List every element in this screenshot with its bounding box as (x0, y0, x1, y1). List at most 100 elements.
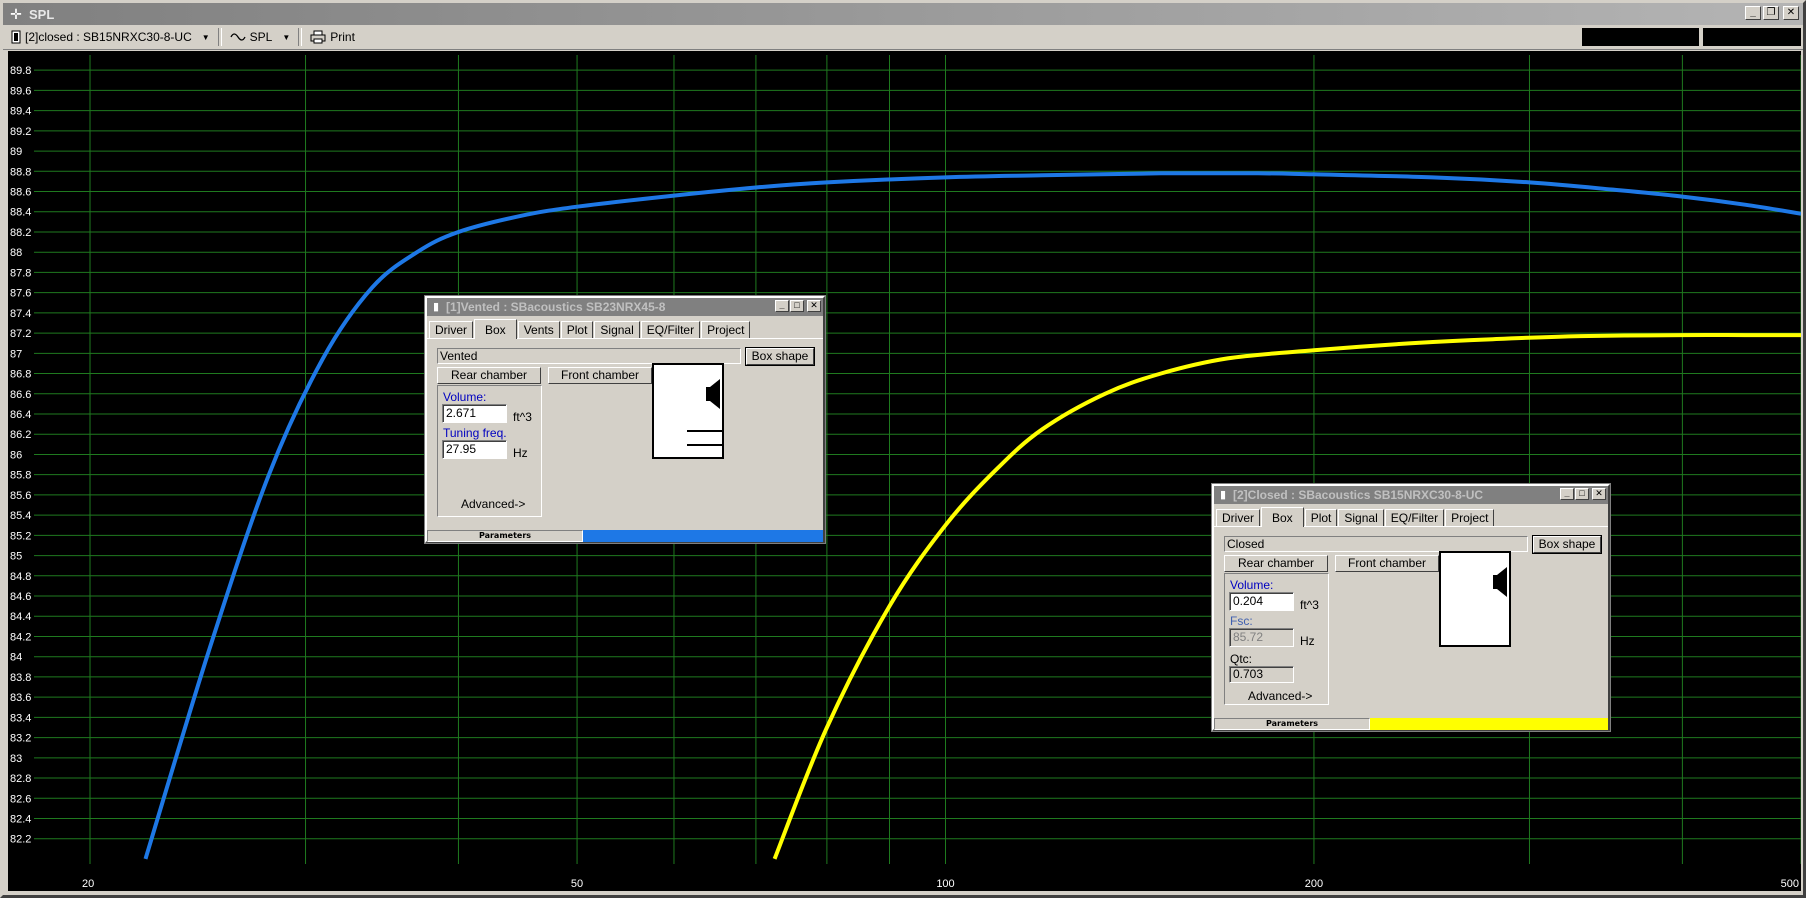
front-chamber-button[interactable]: Front chamber (1335, 555, 1439, 572)
tab-driver[interactable]: Driver (1216, 509, 1260, 526)
volume-input[interactable]: 2.671 (442, 404, 507, 423)
project-select-label: [2]closed : SB15NRXC30-8-UC (25, 30, 192, 44)
maximize-button[interactable]: □ (1575, 488, 1589, 500)
speaker-driver-icon (687, 379, 722, 446)
view-select[interactable]: SPL ▼ (222, 27, 299, 47)
y-tick-label: 89.6 (10, 85, 31, 97)
closed-window-titlebar[interactable]: ▮ [2]Closed : SBacoustics SB15NRXC30-8-U… (1214, 486, 1608, 504)
y-tick-label: 89.8 (10, 65, 31, 77)
vented-window-titlebar[interactable]: ▮ [1]Vented : SBacoustics SB23NRX45-8 _ … (427, 298, 823, 316)
volume-unit: ft^3 (513, 410, 532, 424)
vented-box-diagram (652, 363, 724, 459)
main-titlebar[interactable]: ✛ SPL _ ❐ ✕ (3, 3, 1803, 25)
tuning-freq-input[interactable]: 27.95 (442, 440, 507, 459)
y-tick-label: 89.4 (10, 106, 31, 118)
y-tick-label: 87.6 (10, 288, 31, 300)
print-button[interactable]: Print (302, 27, 363, 47)
vented-window-title: [1]Vented : SBacoustics SB23NRX45-8 (446, 300, 666, 314)
y-tick-label: 84.2 (10, 631, 31, 643)
tab-signal[interactable]: Signal (594, 321, 640, 338)
tab-eq-filter[interactable]: EQ/Filter (1384, 509, 1445, 526)
x-tick-label: 200 (1305, 878, 1323, 890)
y-tick-label: 85.2 (10, 530, 31, 542)
y-tick-label: 83.6 (10, 692, 31, 704)
maximize-button[interactable]: □ (790, 300, 804, 312)
y-tick-label: 84.4 (10, 611, 31, 623)
y-tick-label: 85.4 (10, 510, 31, 522)
y-tick-label: 85.8 (10, 470, 31, 482)
parameters-status: Parameters (427, 530, 583, 542)
printer-icon (310, 30, 326, 44)
view-select-label: SPL (249, 30, 273, 44)
tab-driver[interactable]: Driver (429, 321, 473, 338)
volume-unit: ft^3 (1300, 598, 1319, 612)
vented-tabs: Driver Box Vents Plot Signal EQ/Filter P… (427, 318, 823, 339)
spl-chart[interactable]: 89.8 89.6 89.4 89.2 89 88.8 88.6 88.4 88.2 88 87.8… (8, 51, 1801, 891)
tab-plot[interactable]: Plot (560, 321, 594, 338)
closed-box-diagram (1439, 551, 1511, 647)
dropdown-arrow-icon: ▼ (282, 32, 291, 42)
volume-label: Volume: (1230, 578, 1274, 592)
volume-input[interactable]: 0.204 (1229, 592, 1294, 611)
advanced-link[interactable]: Advanced-> (461, 497, 525, 511)
speaker-icon: ▮ (1219, 489, 1227, 501)
y-tick-label: 83.2 (10, 733, 31, 745)
tab-project[interactable]: Project (701, 321, 751, 338)
y-tick-label: 88 (10, 247, 22, 259)
y-tick-label: 82.2 (10, 834, 31, 846)
tab-plot[interactable]: Plot (1304, 509, 1338, 526)
advanced-link[interactable]: Advanced-> (1248, 689, 1312, 703)
minimize-button[interactable]: _ (1745, 6, 1761, 20)
tab-eq-filter[interactable]: EQ/Filter (640, 321, 701, 338)
x-tick-label: 100 (936, 878, 954, 890)
box-shape-button[interactable]: Box shape (1532, 535, 1602, 554)
restore-button[interactable]: ❐ (1763, 6, 1779, 20)
close-button[interactable]: ✕ (807, 300, 821, 312)
tab-signal[interactable]: Signal (1338, 509, 1384, 526)
toolbar: [2]closed : SB15NRXC30-8-UC ▼ SPL ▼ Prin… (3, 25, 1803, 50)
y-tick-label: 84 (10, 652, 22, 664)
fsc-input: 85.72 (1229, 628, 1294, 647)
closed-box-window[interactable]: ▮ [2]Closed : SBacoustics SB15NRXC30-8-U… (1211, 483, 1611, 732)
volume-label: Volume: (443, 390, 487, 404)
vented-box-window[interactable]: ▮ [1]Vented : SBacoustics SB23NRX45-8 _ … (424, 295, 826, 544)
tuning-freq-label: Tuning freq. (443, 426, 507, 440)
front-chamber-button[interactable]: Front chamber (548, 367, 652, 384)
qtc-label: Qtc: (1230, 652, 1253, 666)
y-tick-label: 82.6 (10, 793, 31, 805)
box-shape-button[interactable]: Box shape (745, 347, 815, 366)
y-tick-label: 82.8 (10, 773, 31, 785)
y-tick-label: 86.4 (10, 409, 31, 421)
y-tick-label: 88.2 (10, 227, 31, 239)
tab-project[interactable]: Project (1445, 509, 1495, 526)
close-button[interactable]: ✕ (1783, 6, 1799, 20)
tuning-freq-unit: Hz (513, 446, 528, 460)
rear-chamber-button[interactable]: Rear chamber (437, 367, 541, 384)
y-tick-label: 86.2 (10, 429, 31, 441)
x-tick-label: 20 (82, 878, 94, 890)
closed-box-panel: Closed Box shape Rear chamber Front cham… (1214, 527, 1608, 717)
minimize-button[interactable]: _ (1560, 488, 1574, 500)
y-tick-label: 83 (10, 753, 22, 765)
window-title: SPL (29, 6, 55, 22)
rear-chamber-button[interactable]: Rear chamber (1224, 555, 1328, 572)
tab-box[interactable]: Box (1261, 507, 1304, 527)
status-panel (1703, 28, 1801, 46)
y-tick-label: 86.6 (10, 389, 31, 401)
y-tick-label: 86.8 (10, 369, 31, 381)
x-tick-label: 500 (1781, 878, 1799, 890)
parameters-status: Parameters (1214, 718, 1370, 730)
close-button[interactable]: ✕ (1592, 488, 1606, 500)
x-tick-label: 50 (571, 878, 583, 890)
box-type-field: Closed (1224, 536, 1528, 552)
print-label: Print (330, 30, 355, 44)
y-tick-label: 88.8 (10, 166, 31, 178)
project-select[interactable]: [2]closed : SB15NRXC30-8-UC ▼ (3, 27, 218, 47)
fsc-unit: Hz (1300, 634, 1315, 648)
tab-vents[interactable]: Vents (517, 321, 560, 338)
y-tick-label: 83.4 (10, 712, 31, 724)
tab-box[interactable]: Box (474, 319, 517, 339)
series-color-swatch (583, 530, 823, 542)
spl-plot[interactable]: 89.8 89.6 89.4 89.2 89 88.8 88.6 88.4 88.2 88 87.8… (8, 51, 1801, 891)
minimize-button[interactable]: _ (775, 300, 789, 312)
